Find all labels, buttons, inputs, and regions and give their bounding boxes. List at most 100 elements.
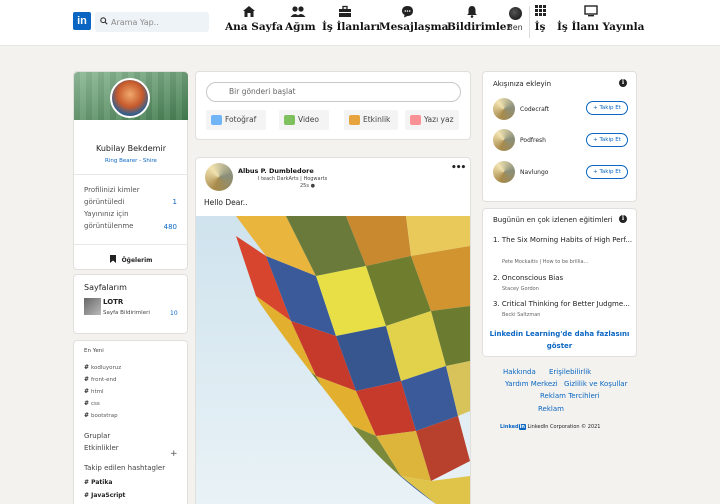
suggestion-name[interactable]: Navlungo <box>520 169 548 176</box>
pages-title: Sayfalarım <box>84 283 127 292</box>
follow-button[interactable]: + Takip Et <box>586 133 628 147</box>
footer-brand: Linked <box>500 424 519 430</box>
globe-icon: ● <box>310 183 315 189</box>
linkedin-logo[interactable]: in <box>73 12 91 30</box>
article-icon <box>410 115 421 125</box>
nav-work[interactable]: İş <box>533 5 547 41</box>
hashtag-item[interactable]: # css <box>84 400 100 407</box>
start-post-input[interactable]: Bir gönderi başlat <box>206 82 461 102</box>
nav-home[interactable]: Ana Sayfa <box>225 5 283 41</box>
message-icon <box>379 5 435 19</box>
photo-button[interactable]: Fotoğraf <box>206 110 266 130</box>
nav-home-label: Ana Sayfa <box>225 21 284 33</box>
footer-link-ad-preferences[interactable]: Reklam Tercihleri <box>540 392 600 400</box>
footer-copyright: Linkedin LinkedIn Corporation © 2021 <box>500 424 600 430</box>
avatar <box>508 7 522 20</box>
nav-notifications[interactable]: Bildirimler <box>447 5 512 41</box>
follow-button[interactable]: + Takip Et <box>586 165 628 179</box>
profile-views-count[interactable]: 1 <box>173 198 177 206</box>
course-author: Becki Saltzman <box>502 312 541 318</box>
nav-network[interactable]: Ağım <box>285 5 316 41</box>
author-name[interactable]: Albus P. Dumbledore <box>238 167 314 175</box>
followed-hashtag-item[interactable]: # Patika <box>84 479 112 486</box>
briefcase-icon <box>322 5 367 19</box>
nav-notifications-label: Bildirimler <box>447 21 513 33</box>
page-name[interactable]: LOTR <box>103 298 123 306</box>
post-views-label[interactable]: Yayınınız için görüntülenme <box>84 208 154 232</box>
followed-hashtag-item[interactable]: # JavaScript <box>84 492 125 499</box>
page-notifications-count[interactable]: 10 <box>170 310 178 317</box>
hash-icon: # <box>84 388 90 395</box>
nav-post-job[interactable]: İş İlanı Yayınla <box>557 5 644 41</box>
profile-views-label[interactable]: Profilinizi kimler görüntüledi <box>84 184 154 208</box>
course-title[interactable]: 1. The Six Morning Habits of High Perf..… <box>493 235 635 246</box>
courses-title: Bugünün en çok izlenen eğitimleri <box>493 216 613 224</box>
hashtag-label: JavaScript <box>91 492 126 499</box>
profile-headline: Ring Bearer - Shire <box>105 158 157 164</box>
search-box[interactable] <box>95 12 209 32</box>
hashtag-label: css <box>91 401 100 407</box>
suggestion-name[interactable]: Podfresh <box>520 137 546 144</box>
nav-messaging-label: Mesajlaşma <box>379 21 449 33</box>
nav-messaging[interactable]: Mesajlaşma <box>379 5 448 41</box>
hash-icon: # <box>84 376 90 383</box>
write-article-button[interactable]: Yazı yaz <box>405 110 459 130</box>
event-button[interactable]: Etkinlik <box>344 110 398 130</box>
add-event-icon[interactable]: + <box>170 449 178 459</box>
network-icon <box>285 5 311 19</box>
nav-me[interactable]: Ben <box>505 5 525 32</box>
hashtag-label: html <box>91 389 104 395</box>
page-thumbnail[interactable] <box>84 298 101 315</box>
followed-hashtags-title[interactable]: Takip edilen hashtagler <box>84 464 165 472</box>
footer-link-about[interactable]: Hakkında <box>503 368 536 376</box>
nav-jobs[interactable]: İş İlanları <box>322 5 380 41</box>
profile-avatar[interactable] <box>110 78 150 118</box>
suggestion-avatar[interactable] <box>493 161 515 183</box>
page-notifications-label[interactable]: Sayfa Bildirimleri <box>103 310 150 316</box>
feed-suggestions-title: Akışınıza ekleyin <box>493 80 552 88</box>
hashtag-item[interactable]: # html <box>84 388 104 395</box>
write-article-label: Yazı yaz <box>424 115 454 124</box>
author-bio: I teach DarkArts | Hogwarts <box>258 176 328 182</box>
course-title[interactable]: 3. Critical Thinking for Better Judgme..… <box>493 299 635 310</box>
footer-link-privacy[interactable]: Gizlilik ve Koşullar <box>564 380 627 388</box>
author-avatar[interactable] <box>205 163 233 191</box>
footer-copyright-text: LinkedIn Corporation © 2021 <box>527 424 601 430</box>
hashtag-item[interactable]: # bootstrap <box>84 412 118 419</box>
footer-link-accessibility[interactable]: Erişilebilirlik <box>549 368 591 376</box>
my-items-label: Öğelerim <box>121 257 153 264</box>
hashtag-item[interactable]: # kodluyoruz <box>84 364 121 371</box>
info-icon[interactable]: i <box>619 215 627 223</box>
events-link[interactable]: Etkinlikler <box>84 444 119 452</box>
suggestion-avatar[interactable] <box>493 129 515 151</box>
hash-icon: # <box>84 400 90 407</box>
search-input[interactable] <box>111 14 205 30</box>
course-author: Pete Mockaitis | How to be brillia... <box>502 259 589 265</box>
divider <box>74 174 188 175</box>
follow-button[interactable]: + Takip Et <box>586 101 628 115</box>
post-views-count[interactable]: 480 <box>164 223 177 231</box>
video-button[interactable]: Video <box>279 110 329 130</box>
divider <box>74 244 188 245</box>
hash-icon: # <box>84 412 90 419</box>
hashtag-item[interactable]: # front-end <box>84 376 116 383</box>
video-icon <box>284 115 295 125</box>
my-items-button[interactable]: Öğelerim <box>74 252 188 270</box>
info-icon[interactable]: i <box>619 79 627 87</box>
post-time: 25s ● <box>300 183 315 189</box>
footer-link-ads[interactable]: Reklam <box>538 405 564 413</box>
more-courses-link[interactable]: Linkedin Learning'de daha fazlasını göst… <box>482 328 637 352</box>
nav-me-label: Ben <box>507 23 523 32</box>
groups-link[interactable]: Gruplar <box>84 432 110 440</box>
suggestion-avatar[interactable] <box>493 98 515 120</box>
hashtag-label: kodluyoruz <box>91 365 122 371</box>
more-options-icon[interactable]: ••• <box>451 163 466 173</box>
footer-link-help[interactable]: Yardım Merkezi <box>505 380 558 388</box>
post-image[interactable] <box>196 216 470 504</box>
course-title[interactable]: 2. Onconscious Bias <box>493 273 635 284</box>
hashtag-label: Patika <box>91 479 113 486</box>
suggestion-name[interactable]: Codecraft <box>520 106 549 113</box>
profile-name[interactable]: Kubilay Bekdemir <box>74 144 188 153</box>
post-text: Hello Dear.. <box>204 198 248 207</box>
nav-post-job-label: İş İlanı Yayınla <box>557 21 645 33</box>
